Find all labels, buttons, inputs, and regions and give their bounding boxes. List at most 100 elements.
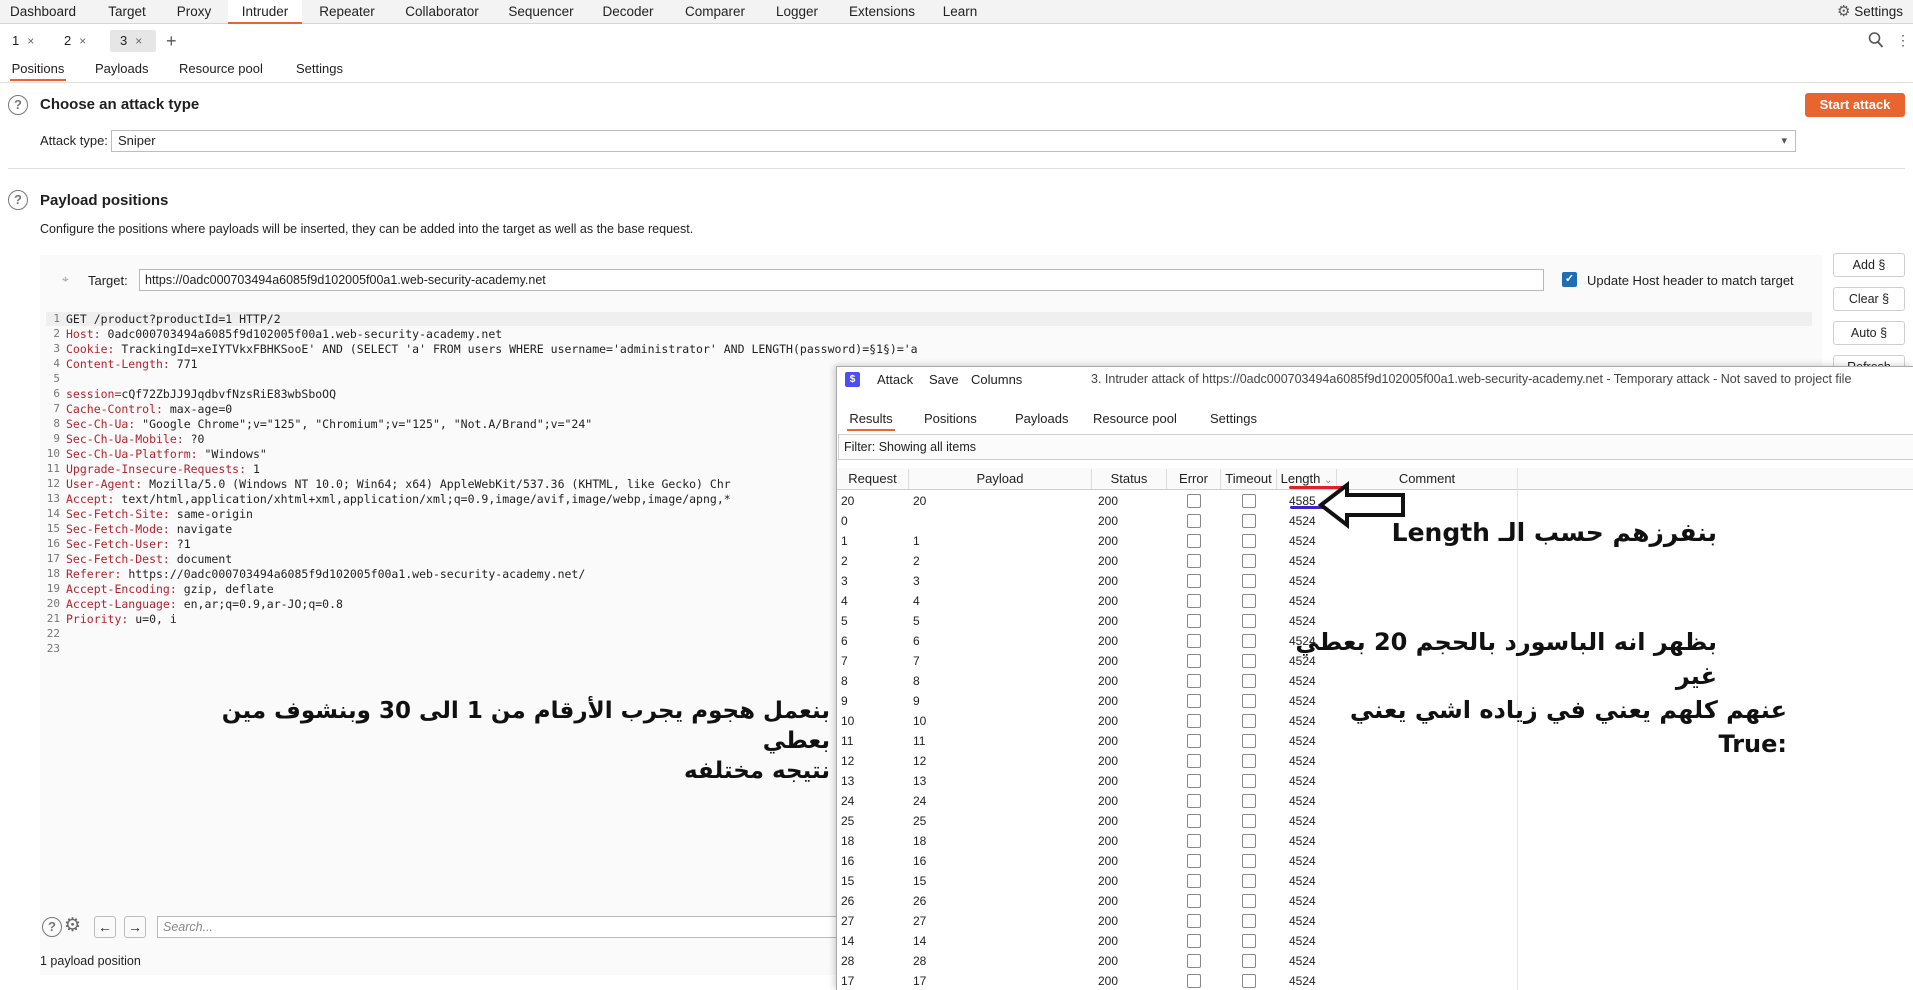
back-arrow-icon[interactable]: ← bbox=[94, 916, 116, 938]
help-icon[interactable]: ? bbox=[8, 190, 28, 210]
tab-resource-pool[interactable]: Resource pool bbox=[1093, 409, 1177, 431]
table-row[interactable]: 1 1 200 4524 bbox=[837, 531, 1913, 551]
error-checkbox[interactable] bbox=[1187, 714, 1201, 728]
nav-dashboard[interactable]: Dashboard bbox=[0, 0, 86, 24]
table-row[interactable]: 27 27 200 4524 bbox=[837, 911, 1913, 931]
error-checkbox[interactable] bbox=[1187, 594, 1201, 608]
nav-collaborator[interactable]: Collaborator bbox=[394, 0, 490, 24]
table-row[interactable]: 26 26 200 4524 bbox=[837, 891, 1913, 911]
timeout-checkbox[interactable] bbox=[1242, 834, 1256, 848]
nav-extensions[interactable]: Extensions bbox=[838, 0, 926, 24]
table-row[interactable]: 2 2 200 4524 bbox=[837, 551, 1913, 571]
timeout-checkbox[interactable] bbox=[1242, 914, 1256, 928]
tab-results[interactable]: Results bbox=[847, 409, 895, 431]
error-checkbox[interactable] bbox=[1187, 794, 1201, 808]
timeout-checkbox[interactable] bbox=[1242, 854, 1256, 868]
error-checkbox[interactable] bbox=[1187, 914, 1201, 928]
more-icon[interactable]: ⋮ bbox=[1896, 32, 1910, 50]
error-checkbox[interactable] bbox=[1187, 934, 1201, 948]
timeout-checkbox[interactable] bbox=[1242, 654, 1256, 668]
timeout-checkbox[interactable] bbox=[1242, 794, 1256, 808]
close-icon[interactable]: × bbox=[79, 34, 86, 48]
close-icon[interactable]: × bbox=[27, 34, 34, 48]
timeout-checkbox[interactable] bbox=[1242, 954, 1256, 968]
error-checkbox[interactable] bbox=[1187, 854, 1201, 868]
nav-learn[interactable]: Learn bbox=[936, 0, 984, 24]
target-input[interactable]: https://0adc000703494a6085f9d102005f00a1… bbox=[139, 269, 1544, 291]
nav-sequencer[interactable]: Sequencer bbox=[500, 0, 582, 24]
attack-tab-1[interactable]: 1 × bbox=[4, 30, 48, 52]
gear-icon[interactable]: ⚙ bbox=[64, 915, 81, 937]
timeout-checkbox[interactable] bbox=[1242, 534, 1256, 548]
help-icon[interactable]: ? bbox=[8, 95, 28, 115]
nav-repeater[interactable]: Repeater bbox=[310, 0, 384, 24]
timeout-checkbox[interactable] bbox=[1242, 814, 1256, 828]
tab-payloads[interactable]: Payloads bbox=[95, 59, 155, 81]
table-row[interactable]: 4 4 200 4524 bbox=[837, 591, 1913, 611]
timeout-checkbox[interactable] bbox=[1242, 634, 1256, 648]
table-row[interactable]: 15 15 200 4524 bbox=[837, 871, 1913, 891]
tab-payloads[interactable]: Payloads bbox=[1015, 409, 1068, 431]
timeout-checkbox[interactable] bbox=[1242, 934, 1256, 948]
table-row[interactable]: 25 25 200 4524 bbox=[837, 811, 1913, 831]
table-row[interactable]: 13 13 200 4524 bbox=[837, 771, 1913, 791]
timeout-checkbox[interactable] bbox=[1242, 974, 1256, 988]
timeout-checkbox[interactable] bbox=[1242, 494, 1256, 508]
menu-columns[interactable]: Columns bbox=[971, 372, 1022, 387]
timeout-checkbox[interactable] bbox=[1242, 554, 1256, 568]
table-row[interactable]: 28 28 200 4524 bbox=[837, 951, 1913, 971]
error-checkbox[interactable] bbox=[1187, 514, 1201, 528]
nav-intruder[interactable]: Intruder bbox=[228, 0, 302, 24]
error-checkbox[interactable] bbox=[1187, 834, 1201, 848]
timeout-checkbox[interactable] bbox=[1242, 574, 1256, 588]
table-row[interactable]: 24 24 200 4524 bbox=[837, 791, 1913, 811]
add-tab-button[interactable]: + bbox=[166, 30, 186, 52]
attack-tab-2[interactable]: 2 × bbox=[56, 30, 100, 52]
search-icon[interactable] bbox=[1868, 31, 1884, 49]
nav-decoder[interactable]: Decoder bbox=[592, 0, 664, 24]
error-checkbox[interactable] bbox=[1187, 534, 1201, 548]
timeout-checkbox[interactable] bbox=[1242, 774, 1256, 788]
clear-marker-button[interactable]: Clear § bbox=[1833, 287, 1905, 311]
error-checkbox[interactable] bbox=[1187, 974, 1201, 988]
menu-attack[interactable]: Attack bbox=[877, 372, 913, 387]
error-checkbox[interactable] bbox=[1187, 614, 1201, 628]
nav-proxy[interactable]: Proxy bbox=[166, 0, 222, 24]
error-checkbox[interactable] bbox=[1187, 554, 1201, 568]
timeout-checkbox[interactable] bbox=[1242, 674, 1256, 688]
menu-save[interactable]: Save bbox=[929, 372, 959, 387]
table-row[interactable]: 17 17 200 4524 bbox=[837, 971, 1913, 990]
error-checkbox[interactable] bbox=[1187, 494, 1201, 508]
table-row[interactable]: 14 14 200 4524 bbox=[837, 931, 1913, 951]
results-filter[interactable]: Filter: Showing all items bbox=[838, 434, 1913, 460]
tab-positions[interactable]: Positions bbox=[924, 409, 977, 431]
error-checkbox[interactable] bbox=[1187, 574, 1201, 588]
error-checkbox[interactable] bbox=[1187, 734, 1201, 748]
table-row[interactable]: 16 16 200 4524 bbox=[837, 851, 1913, 871]
timeout-checkbox[interactable] bbox=[1242, 894, 1256, 908]
add-marker-button[interactable]: Add § bbox=[1833, 253, 1905, 277]
table-row[interactable]: 18 18 200 4524 bbox=[837, 831, 1913, 851]
start-attack-button[interactable]: Start attack bbox=[1805, 93, 1905, 117]
tab-settings[interactable]: Settings bbox=[296, 59, 352, 81]
timeout-checkbox[interactable] bbox=[1242, 754, 1256, 768]
column-timeout[interactable]: Timeout bbox=[1221, 469, 1277, 489]
column-status[interactable]: Status bbox=[1092, 469, 1167, 489]
error-checkbox[interactable] bbox=[1187, 954, 1201, 968]
help-icon[interactable]: ? bbox=[42, 917, 62, 937]
forward-arrow-icon[interactable]: → bbox=[124, 916, 146, 938]
table-row[interactable]: 3 3 200 4524 bbox=[837, 571, 1913, 591]
error-checkbox[interactable] bbox=[1187, 654, 1201, 668]
nav-logger[interactable]: Logger bbox=[766, 0, 828, 24]
timeout-checkbox[interactable] bbox=[1242, 594, 1256, 608]
error-checkbox[interactable] bbox=[1187, 674, 1201, 688]
timeout-checkbox[interactable] bbox=[1242, 694, 1256, 708]
column-request[interactable]: Request bbox=[837, 469, 909, 489]
timeout-checkbox[interactable] bbox=[1242, 874, 1256, 888]
attack-tab-3[interactable]: 3 × bbox=[110, 30, 156, 52]
nav-comparer[interactable]: Comparer bbox=[674, 0, 756, 24]
nav-target[interactable]: Target bbox=[96, 0, 158, 24]
timeout-checkbox[interactable] bbox=[1242, 734, 1256, 748]
error-checkbox[interactable] bbox=[1187, 814, 1201, 828]
settings-button[interactable]: ⚙ Settings bbox=[1837, 0, 1903, 24]
